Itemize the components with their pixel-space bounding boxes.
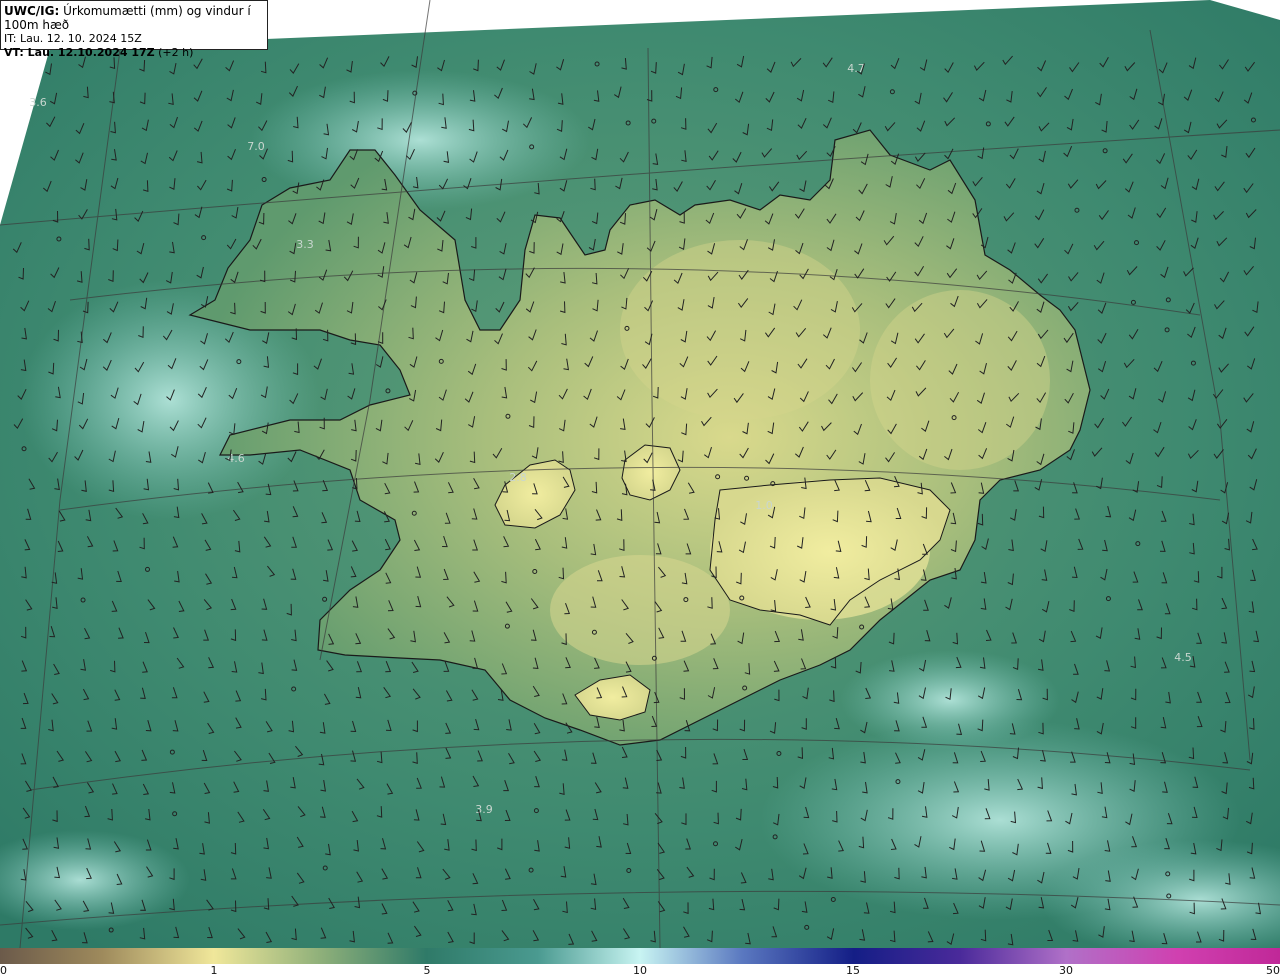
valid-time: VT: Lau. 12.10.2024 17Z	[4, 46, 155, 59]
map-title-box: UWC/IG: Úrkomumætti (mm) og vindur í 100…	[0, 0, 268, 59]
model-name: UWC/IG:	[4, 4, 60, 18]
map-value-label: 1.0	[755, 499, 773, 512]
map-value-label: 3.9	[475, 803, 493, 816]
colorbar-tick-label: 50	[1266, 964, 1280, 977]
map-value-label: 7.0	[247, 140, 265, 153]
valid-offset: (+2 h)	[158, 46, 194, 59]
map-value-label: 2.8	[509, 471, 527, 484]
map-value-label: 3.3	[296, 238, 314, 251]
colorbar-tick-label: 10	[633, 964, 647, 977]
map-value-label: 4.7	[847, 62, 865, 75]
colorbar-tick-label: 5	[423, 964, 431, 977]
precipitation-colorbar	[0, 948, 1280, 964]
colorbar-tick-label: 15	[846, 964, 860, 977]
colorbar-tick-labels: 0 1 5 10 15 30 50	[0, 964, 1280, 978]
init-time: IT: Lau. 12. 10. 2024 15Z	[4, 32, 142, 45]
colorbar-tick-label: 30	[1059, 964, 1073, 977]
map-value-label: 3.6	[29, 96, 47, 109]
precipitation-wind-map: 3.67.03.34.74.62.81.04.53.9	[0, 0, 1280, 948]
colorbar-tick-label: 0	[0, 964, 7, 977]
colorbar-tick-label: 1	[210, 964, 218, 977]
map-value-label: 4.5	[1174, 651, 1192, 664]
